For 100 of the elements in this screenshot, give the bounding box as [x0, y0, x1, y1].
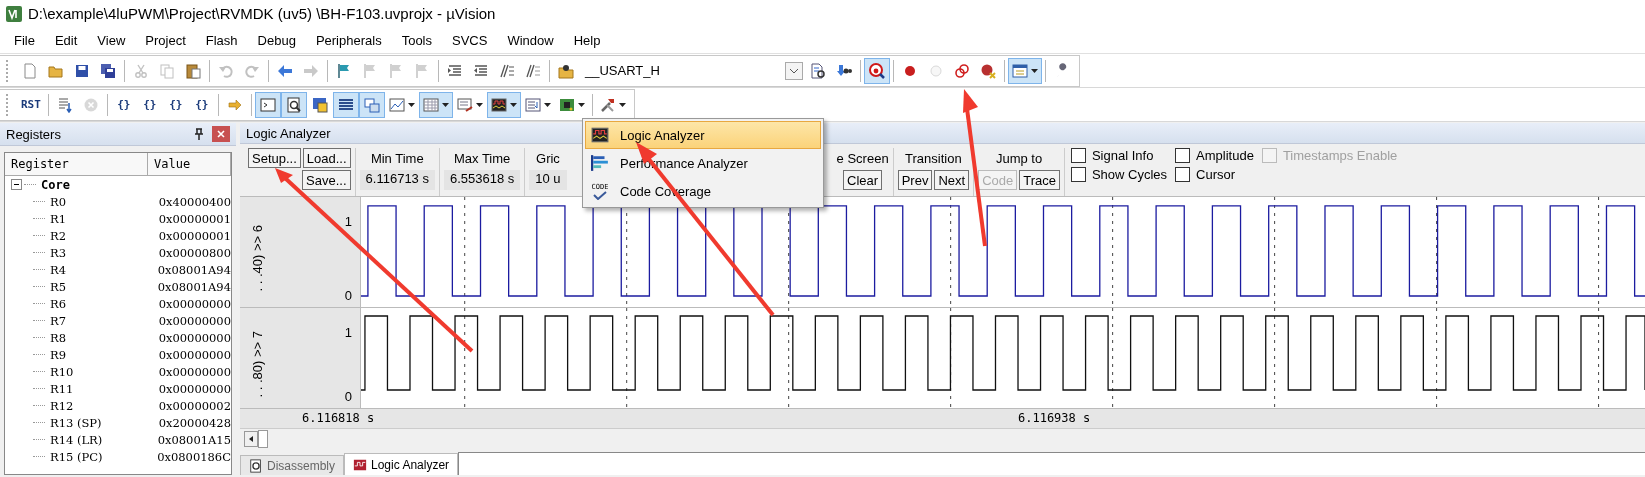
file-combo[interactable]: __USART_H	[581, 61, 803, 80]
checkbox-label: Cursor	[1196, 167, 1236, 183]
menu-item[interactable]: Peripherals	[305, 32, 392, 48]
time-field: 6.553618 s	[443, 170, 521, 191]
load-button[interactable]: Load...	[302, 148, 351, 169]
checkbox[interactable]	[1175, 167, 1191, 183]
waveform-window-button[interactable]	[486, 91, 521, 118]
menu-item[interactable]: File	[4, 32, 45, 48]
caret-icon	[543, 102, 551, 107]
window-button[interactable]	[1008, 57, 1042, 84]
group-label: Jump to	[995, 149, 1043, 168]
register-value: 0x20000428	[158, 415, 231, 430]
column-header[interactable]: Register	[5, 153, 148, 175]
flag-icon	[336, 62, 352, 79]
menu-item[interactable]: Window	[497, 32, 564, 48]
comment-lines-icon	[525, 62, 541, 79]
toolbar-button[interactable]: {}	[110, 91, 137, 118]
column-header[interactable]: Value	[148, 153, 231, 175]
register-value: 0x08001A15	[157, 432, 231, 447]
time-label: 6.116818 s	[302, 411, 375, 425]
register-value: 0x00000000	[158, 313, 231, 328]
scroll-left-icon[interactable]	[244, 431, 258, 447]
register-value: 0x00000000	[158, 381, 231, 396]
toolbar-button[interactable]: RST	[17, 91, 45, 118]
breakpoint-delete-icon	[980, 62, 996, 79]
pin-icon[interactable]	[194, 128, 204, 140]
caret-icon	[441, 102, 449, 107]
stop-circle-icon	[82, 96, 99, 113]
clear-button[interactable]: Clear	[843, 170, 883, 191]
register-value: 0x00000000	[158, 364, 231, 379]
register-value: 0x00000001	[158, 211, 231, 226]
toolbar-button[interactable]: {}	[136, 91, 163, 118]
registers-button[interactable]	[332, 91, 359, 118]
menu-item[interactable]: Flash	[195, 32, 248, 48]
time-field: 10 u	[529, 170, 567, 191]
register-name: R12	[50, 398, 74, 413]
disassembly-button[interactable]	[280, 91, 307, 118]
right-arrow-icon	[303, 62, 319, 79]
register-name: Core	[41, 177, 70, 192]
menu-item[interactable]: Logic Analyzer	[585, 121, 821, 149]
dropdown-icon[interactable]	[785, 61, 803, 80]
register-name: R3	[50, 245, 66, 260]
setup-button[interactable]: Setup...	[248, 148, 301, 169]
register-value: 0x08001A94	[157, 279, 231, 294]
axis-label: 1	[344, 325, 352, 340]
collapse-icon[interactable]	[11, 179, 22, 190]
time-label: 6.116938 s	[1018, 411, 1091, 425]
toolbar-button[interactable]: {}	[162, 91, 189, 118]
rings-icon	[954, 62, 970, 79]
menu-item[interactable]: View	[87, 32, 136, 48]
register-name: R5	[50, 279, 66, 294]
field-label: Min Time	[370, 149, 424, 168]
window-icon	[1012, 62, 1028, 79]
register-name: R9	[50, 347, 66, 362]
jump-button[interactable]: Trace	[1019, 170, 1060, 191]
register-name: R13 (SP)	[50, 415, 102, 430]
field-label: Gric	[536, 149, 560, 168]
checkbox[interactable]	[1070, 167, 1086, 183]
close-icon[interactable]	[212, 126, 230, 142]
register-name: R1	[50, 211, 66, 226]
caret-icon	[475, 102, 483, 107]
menu-item[interactable]: Edit	[44, 32, 88, 48]
signal-name: . . .40) >> 6	[250, 225, 266, 292]
caret-icon	[618, 102, 626, 107]
disassembly-icon	[285, 96, 302, 113]
window-title: D:\example\4luPWM\Project\RVMDK (uv5) \BH-F103.uvprojx - µVision	[28, 5, 496, 22]
register-name: R10	[50, 364, 74, 379]
debug-magnifier-button[interactable]	[864, 57, 890, 84]
save-button[interactable]: Save...	[302, 170, 351, 191]
checkbox[interactable]	[1175, 148, 1191, 164]
tab[interactable]: Disassembly	[240, 455, 344, 475]
scroll-thumb[interactable]	[258, 430, 268, 448]
tab[interactable]: Logic Analyzer	[344, 453, 459, 475]
register-name: R6	[50, 296, 66, 311]
menu-item[interactable]: Project	[135, 32, 196, 48]
bar-chart-icon	[590, 154, 610, 172]
debug-magnifier-icon	[869, 62, 885, 79]
checkbox[interactable]	[1070, 148, 1086, 164]
transition-button[interactable]: Prev	[897, 170, 933, 191]
call-stack-icon	[363, 96, 380, 113]
menu-item[interactable]: Help	[563, 32, 611, 48]
menu-item[interactable]: SVCS	[442, 32, 498, 48]
menu-item[interactable]: Debug	[247, 32, 306, 48]
axis-label: 0	[344, 389, 352, 404]
caret-icon	[407, 102, 415, 107]
group-label: Transition	[905, 149, 962, 168]
registers-icon	[337, 96, 354, 113]
chip-board-icon	[558, 96, 575, 113]
transition-button[interactable]: Next	[934, 170, 970, 191]
scrollbar[interactable]	[240, 428, 1645, 449]
command-window-icon	[259, 96, 276, 113]
register-value: 0x00000000	[158, 347, 231, 362]
save-icon	[74, 62, 90, 79]
new-file-icon	[22, 62, 38, 79]
flag-icon	[414, 62, 430, 79]
memory-grid-button[interactable]	[418, 91, 453, 118]
toolbar-button[interactable]: {}	[188, 91, 215, 118]
caret-icon	[1031, 68, 1038, 73]
menu-item[interactable]: Tools	[391, 32, 442, 48]
register-value: 0x00000000	[158, 296, 231, 311]
